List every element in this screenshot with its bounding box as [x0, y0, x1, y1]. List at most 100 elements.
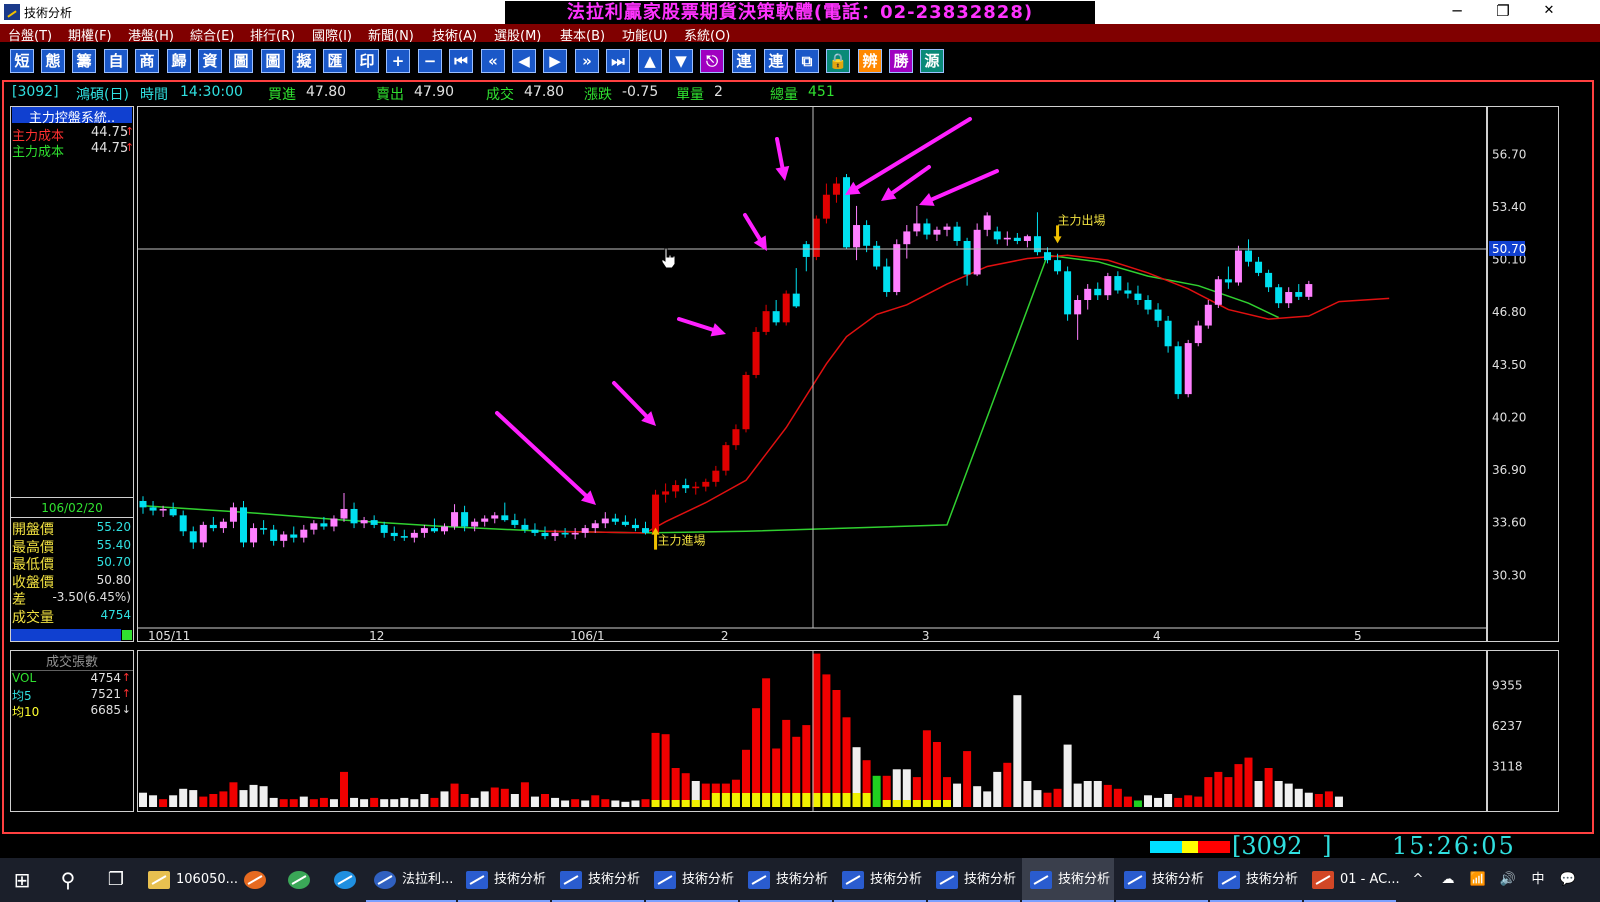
candle[interactable] [591, 520, 599, 533]
candle[interactable] [772, 300, 780, 326]
volume-bar[interactable] [279, 799, 288, 807]
candle[interactable] [1084, 284, 1092, 310]
taskbar-app-8[interactable]: 技術分析 [740, 858, 832, 902]
volume-bar[interactable] [159, 799, 168, 807]
candle[interactable] [420, 524, 428, 538]
chart2-icon[interactable]: 圖 [261, 49, 285, 73]
taskbar-app-6[interactable]: 技術分析 [552, 858, 644, 902]
candle[interactable] [782, 290, 790, 326]
menu-item-9[interactable]: 基本(B) [560, 25, 605, 44]
candle[interactable] [270, 524, 278, 546]
candle[interactable] [219, 518, 227, 533]
candle[interactable] [742, 371, 750, 433]
candle[interactable] [631, 518, 639, 532]
candle[interactable] [310, 520, 318, 535]
taskbar-app-0[interactable]: 106050... [140, 858, 238, 902]
zoom-out-icon[interactable]: − [418, 49, 442, 73]
menu-item-7[interactable]: 技術(A) [432, 25, 477, 44]
candle[interactable] [993, 226, 1001, 245]
volume-bar[interactable] [973, 786, 982, 807]
menu-item-8[interactable]: 選股(M) [494, 25, 541, 44]
candle[interactable] [662, 483, 670, 503]
volume-bar[interactable] [490, 787, 499, 808]
candle[interactable] [853, 205, 861, 261]
candle[interactable] [692, 481, 700, 495]
link-icon[interactable]: 連 [732, 49, 756, 73]
volume-bar[interactable] [1013, 695, 1022, 807]
volume-bar[interactable] [350, 797, 359, 807]
menu-item-10[interactable]: 功能(U) [622, 25, 668, 44]
candle[interactable] [1194, 320, 1202, 347]
taskbar-app-4[interactable]: 法拉利... [366, 858, 456, 902]
candle[interactable] [169, 502, 177, 517]
candle[interactable] [199, 521, 207, 548]
volume-bar[interactable] [530, 796, 539, 807]
taskbar-app-3[interactable] [326, 858, 362, 902]
volume-bar[interactable] [239, 790, 248, 807]
volume-bar[interactable] [440, 791, 449, 807]
candle[interactable] [1295, 284, 1303, 301]
fast-forward-icon[interactable]: » [575, 49, 599, 73]
volume-icon[interactable]: 🔊 [1494, 858, 1522, 902]
menu-item-4[interactable]: 排行(R) [250, 25, 295, 44]
volume-bar[interactable] [1324, 791, 1333, 807]
volume-bar[interactable] [309, 799, 318, 807]
volume-bar[interactable] [591, 795, 600, 807]
volume-bar[interactable] [450, 783, 459, 807]
volume-bar[interactable] [1003, 762, 1012, 807]
menu-item-1[interactable]: 期權(F) [68, 25, 112, 44]
volume-bar[interactable] [319, 797, 328, 807]
volume-bar[interactable] [1244, 757, 1253, 807]
candle[interactable] [240, 500, 247, 548]
candle[interactable] [1144, 295, 1152, 315]
candle[interactable] [843, 173, 850, 249]
candle[interactable] [1305, 280, 1313, 301]
menu-item-3[interactable]: 綜合(E) [190, 25, 234, 44]
volume-bar[interactable] [510, 794, 519, 807]
volume-bar[interactable] [1113, 788, 1122, 807]
zoom-in-icon[interactable]: + [386, 49, 410, 73]
candle[interactable] [501, 502, 509, 522]
volume-bar[interactable] [762, 678, 771, 807]
close-button[interactable]: ✕ [1526, 0, 1572, 24]
candle[interactable] [933, 226, 941, 241]
volume-bar[interactable] [983, 791, 992, 807]
volume-bar[interactable] [872, 775, 881, 807]
identify-icon[interactable]: 辨 [858, 49, 882, 73]
candle[interactable] [390, 526, 398, 541]
menu-item-11[interactable]: 系統(O) [684, 25, 730, 44]
volume-bar[interactable] [581, 800, 590, 808]
volume-bar[interactable] [410, 799, 419, 807]
volume-bar[interactable] [1264, 768, 1273, 807]
volume-bar[interactable] [149, 795, 158, 807]
volume-bar[interactable] [1334, 796, 1343, 807]
price-chart[interactable]: 105/11 12 106/1 2 3 4 5 主力進場 主力出場 [138, 107, 1486, 641]
candle[interactable] [1174, 341, 1182, 399]
candle[interactable] [1134, 285, 1142, 305]
menu-item-6[interactable]: 新聞(N) [368, 25, 414, 44]
candle[interactable] [1114, 271, 1122, 294]
volume-bar[interactable] [400, 797, 409, 807]
candle[interactable] [139, 496, 147, 514]
candle[interactable] [481, 515, 489, 527]
taskbar-app-11[interactable]: 技術分析 [1022, 858, 1114, 902]
volume-bar[interactable] [1023, 781, 1032, 807]
volume-bar[interactable] [1154, 797, 1163, 807]
candle[interactable] [471, 518, 479, 532]
candle[interactable] [209, 516, 217, 532]
status-stock-code[interactable]: [3092_ ] [1232, 832, 1331, 860]
candle[interactable] [1184, 339, 1192, 398]
candle[interactable] [1094, 282, 1102, 301]
volume-bar[interactable] [480, 791, 489, 807]
candle[interactable] [1265, 269, 1273, 293]
candle[interactable] [642, 521, 649, 535]
window-icon[interactable]: ⧉ [795, 49, 819, 73]
volume-bar[interactable] [209, 794, 218, 807]
down-icon[interactable]: ▼ [669, 49, 693, 73]
candle[interactable] [863, 220, 871, 253]
candle[interactable] [682, 478, 690, 494]
candle[interactable] [802, 240, 810, 272]
volume-bar[interactable] [1294, 788, 1303, 807]
volume-bar[interactable] [953, 783, 962, 807]
data-icon[interactable]: 資 [198, 49, 222, 73]
